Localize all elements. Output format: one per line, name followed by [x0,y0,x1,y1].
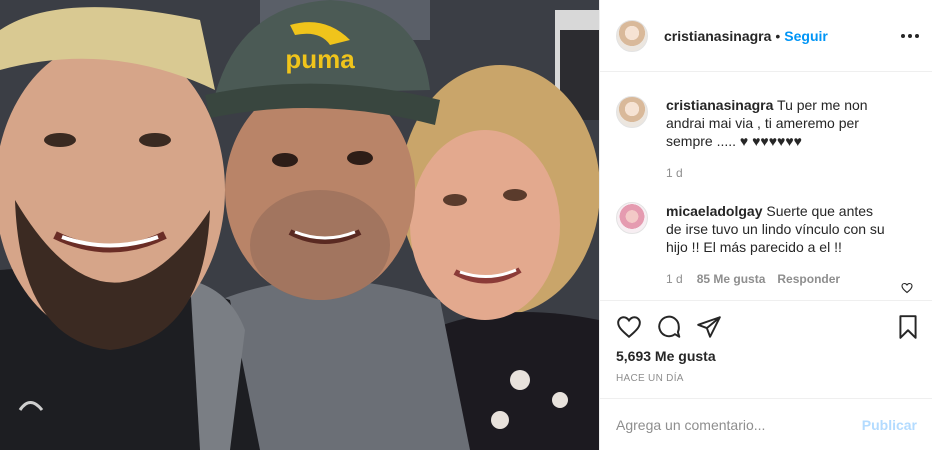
publish-button[interactable]: Publicar [862,417,917,433]
add-comment-bar: Publicar [600,398,932,450]
cap-logo-text: puma [285,44,355,74]
follow-button[interactable]: Seguir [784,28,828,44]
post-header: cristianasinagra • Seguir [600,0,932,72]
caption-author-username[interactable]: cristianasinagra [666,97,773,113]
caption-time[interactable]: 1 d [666,164,683,182]
comment-bubble-icon[interactable] [656,314,682,340]
author-avatar[interactable] [616,19,648,52]
post-photo-illustration: puma [0,0,599,450]
caption-body: cristianasinagra Tu per me non andrai ma… [666,96,896,182]
author-username[interactable]: cristianasinagra [664,28,771,44]
comment-likes[interactable]: 85 Me gusta [697,270,766,288]
caption-comment: cristianasinagra Tu per me non andrai ma… [616,96,896,182]
post-actions: 5,693 Me gusta HACE UN DÍA [600,300,932,398]
commenter-avatar[interactable] [616,202,648,234]
reply-button[interactable]: Responder [777,270,840,288]
list-item: micaeladolgay Suerte que antes de irse t… [616,202,888,288]
share-send-icon[interactable] [696,314,722,340]
bookmark-icon[interactable] [895,314,921,340]
comment-body: micaeladolgay Suerte que antes de irse t… [666,202,888,288]
caption-meta: 1 d [666,164,896,182]
commenter-username[interactable]: micaeladolgay [666,203,763,219]
comments-list: cristianasinagra Tu per me non andrai ma… [600,72,932,300]
more-options-icon[interactable] [901,27,919,45]
post-photo[interactable]: puma [0,0,599,450]
post-timestamp[interactable]: HACE UN DÍA [616,373,684,384]
header-separator: • [775,27,781,44]
post-side-panel: cristianasinagra • Seguir cristianasinag… [599,0,932,450]
comment-time[interactable]: 1 d [666,270,683,288]
comment-like-heart-icon[interactable] [901,282,913,294]
caption-author-avatar[interactable] [616,96,648,128]
post-likes-count[interactable]: 5,693 Me gusta [616,348,716,364]
comment-input[interactable] [616,416,862,433]
comment-meta: 1 d 85 Me gusta Responder [666,270,888,288]
like-heart-icon[interactable] [616,314,642,340]
